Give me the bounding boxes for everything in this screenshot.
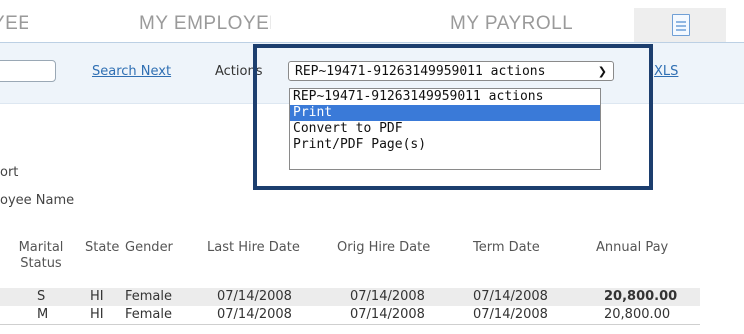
nav-item-my-payrolls[interactable]: MY PAYROLLS — [450, 12, 572, 36]
header-state: State — [85, 240, 120, 255]
actions-select-value: REP~19471-91263149959011 actions — [295, 64, 546, 79]
dropdown-option-print-pdf-pages[interactable]: Print/PDF Page(s) — [290, 137, 600, 153]
cell-gender: Female — [125, 289, 173, 304]
dropdown-option-actions[interactable]: REP~19471-91263149959011 actions — [290, 89, 600, 105]
actions-dropdown-list: REP~19471-91263149959011 actions Print C… — [289, 88, 601, 170]
document-icon — [672, 14, 690, 36]
cell-gender: Female — [125, 307, 173, 322]
header-gender: Gender — [125, 240, 173, 255]
cell-state: HI — [90, 289, 104, 304]
cell-orig-hire-date: 07/14/2008 — [350, 289, 425, 304]
cell-term-date: 07/14/2008 — [473, 289, 548, 304]
cell-last-hire-date: 07/14/2008 — [217, 289, 292, 304]
header-annual-pay: Annual Pay — [596, 240, 669, 255]
cell-state: HI — [90, 307, 104, 322]
table-row[interactable]: S HI Female 07/14/2008 07/14/2008 07/14/… — [0, 288, 700, 306]
top-nav: MY EMPLOYEES MY EMPLOYEES MY PAYROLLS — [0, 0, 744, 42]
nav-item-partial[interactable]: MY EMPLOYEES — [0, 12, 28, 36]
report-doc-button[interactable] — [634, 8, 726, 42]
actions-label: Actions — [215, 64, 263, 79]
dropdown-option-convert-pdf[interactable]: Convert to PDF — [290, 121, 600, 137]
report-subtitle: ort — [0, 165, 19, 180]
header-last-hire-date: Last Hire Date — [207, 240, 300, 255]
xls-export-link[interactable]: XLS — [654, 64, 678, 79]
cell-last-hire-date: 07/14/2008 — [217, 307, 292, 322]
search-next-link[interactable]: Search Next — [92, 64, 171, 79]
actions-select[interactable]: REP~19471-91263149959011 actions ❯ — [288, 61, 614, 81]
cell-marital-status: S — [37, 289, 46, 304]
cell-term-date: 07/14/2008 — [473, 307, 548, 322]
chevron-down-icon: ❯ — [597, 65, 607, 78]
header-orig-hire-date: Orig Hire Date — [337, 240, 431, 255]
nav-item-my-employees[interactable]: MY EMPLOYEES — [139, 12, 271, 36]
cell-orig-hire-date: 07/14/2008 — [350, 307, 425, 322]
cell-annual-pay: 20,800.00 — [604, 289, 678, 304]
report-grouping: oyee Name — [0, 193, 75, 208]
row-divider — [0, 324, 700, 325]
dropdown-option-print[interactable]: Print — [290, 105, 600, 121]
header-marital-status: Marital Status — [18, 240, 64, 271]
header-term-date: Term Date — [473, 240, 540, 255]
search-input[interactable] — [0, 60, 56, 82]
cell-annual-pay: 20,800.00 — [604, 307, 671, 322]
cell-marital-status: M — [37, 307, 49, 322]
table-row[interactable]: M HI Female 07/14/2008 07/14/2008 07/14/… — [0, 306, 700, 324]
